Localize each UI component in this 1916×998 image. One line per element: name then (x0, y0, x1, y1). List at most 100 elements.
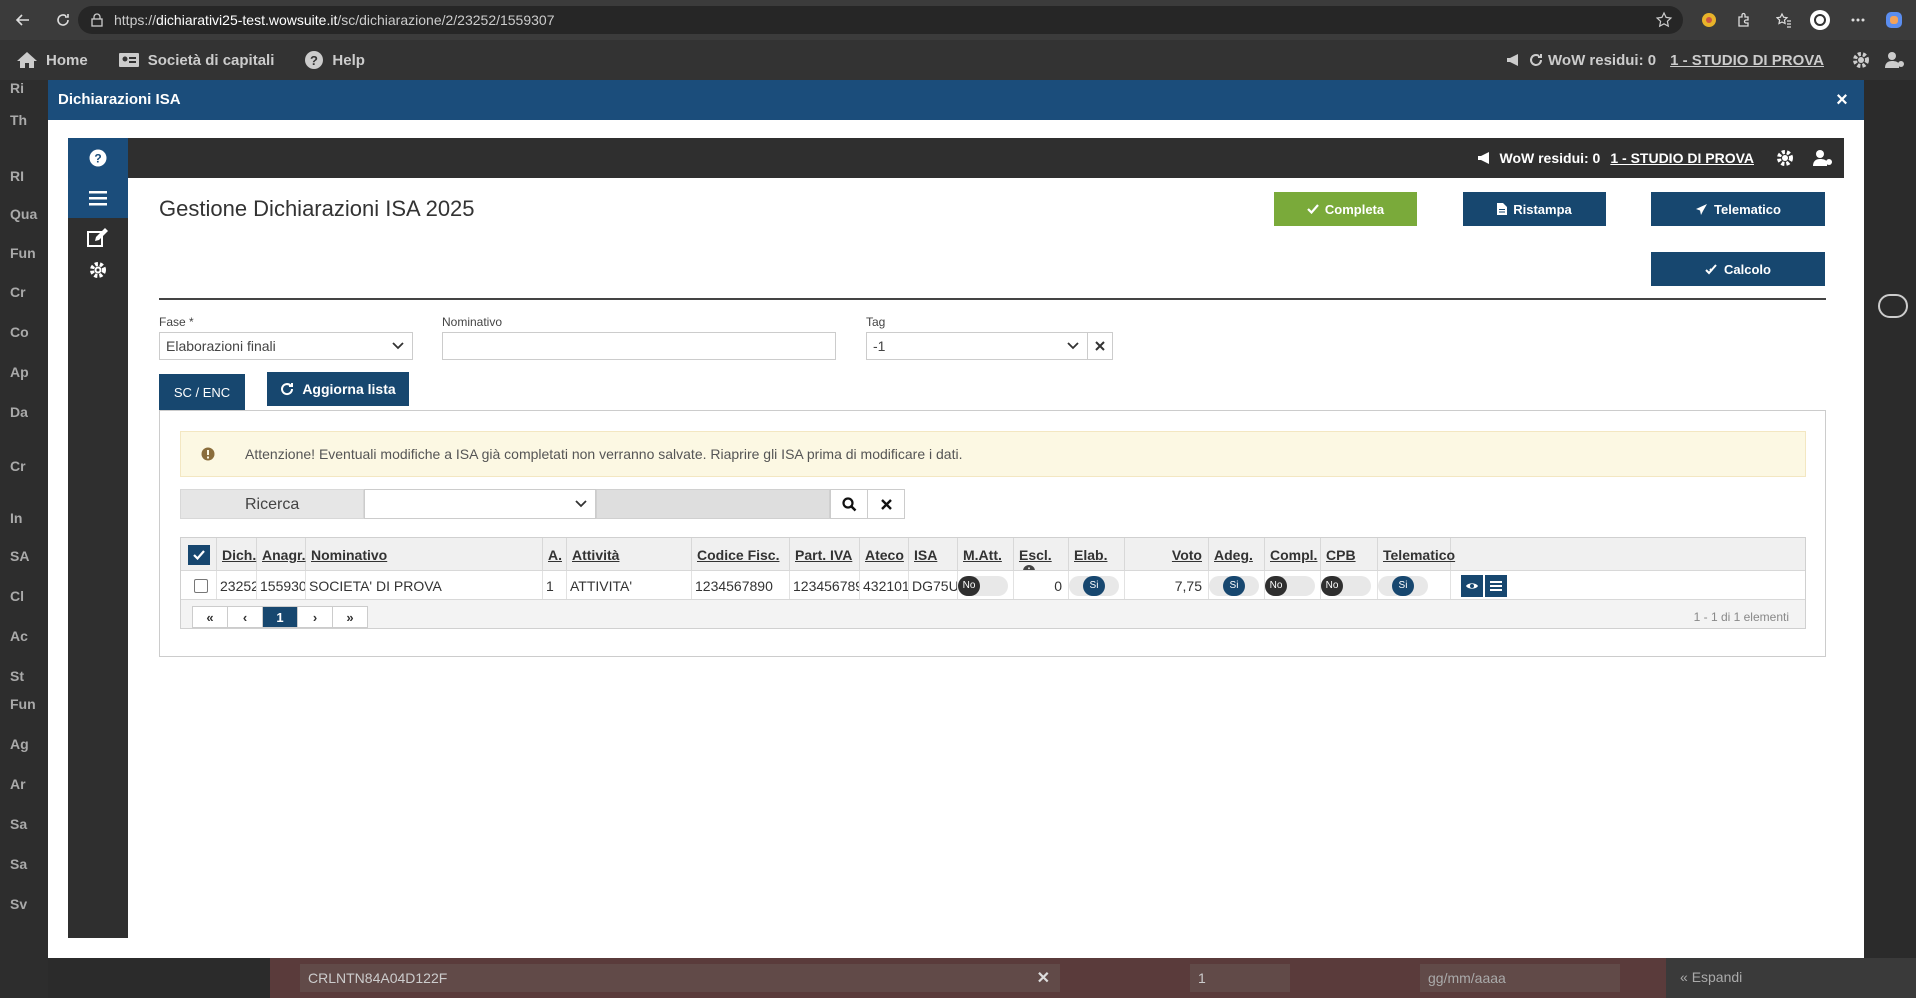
select-all-checkbox[interactable] (188, 545, 210, 565)
col-codice-fisc[interactable]: Codice Fisc. (692, 538, 790, 570)
page-1-button[interactable]: 1 (262, 606, 298, 628)
bg-sidebar-item: Sa (10, 856, 28, 872)
favorite-star-icon[interactable] (1655, 11, 1673, 29)
tag-clear-button[interactable] (1087, 332, 1113, 360)
aggiorna-lista-button[interactable]: Aggiorna lista (267, 372, 409, 406)
col-anagr[interactable]: Anagr. (257, 538, 306, 570)
row-menu-button[interactable] (1485, 575, 1507, 597)
settings-button[interactable] (68, 250, 128, 290)
profile-icon[interactable] (1808, 8, 1832, 32)
col-dich[interactable]: Dich. (217, 538, 257, 570)
m-att-toggle[interactable]: No (958, 576, 1008, 596)
view-button[interactable] (1461, 575, 1483, 597)
extensions-puzzle-icon[interactable] (1732, 8, 1756, 32)
app-nav-right: WoW residui: 0 1 - STUDIO DI PROVA (1506, 40, 1916, 80)
user-settings-icon[interactable] (1812, 149, 1834, 167)
next-page-button[interactable]: › (297, 606, 333, 628)
bg-codice-field: CRLNTN84A04D122F ✕ (300, 964, 1060, 992)
tab-sc-enc[interactable]: SC / ENC (159, 374, 245, 410)
bg-sidebar-item: Fun (10, 245, 36, 261)
back-icon[interactable] (10, 7, 36, 33)
nav-societa[interactable]: Società di capitali (118, 51, 274, 69)
modal-close-button[interactable]: × (1832, 90, 1852, 110)
paper-plane-icon (1696, 203, 1708, 215)
gear-icon[interactable] (1852, 51, 1870, 69)
bg-numero-field: 1 (1190, 964, 1290, 992)
eye-icon (1466, 583, 1478, 589)
search-input[interactable] (596, 489, 830, 519)
col-telematico[interactable]: Telematico (1378, 538, 1455, 570)
col-escl[interactable]: Escl. (1014, 538, 1069, 577)
nominativo-input[interactable] (442, 332, 836, 360)
extension-icon[interactable] (1697, 8, 1721, 32)
table-row[interactable]: 23252 1559307 SOCIETA' DI PROVA 1 ATTIVI… (181, 570, 1805, 600)
megaphone-icon (1507, 54, 1519, 66)
refresh-icon (281, 383, 294, 396)
help-button[interactable]: ? (68, 138, 128, 178)
studio-link-bg[interactable]: 1 - STUDIO DI PROVA (1670, 52, 1824, 69)
studio-link[interactable]: 1 - STUDIO DI PROVA (1610, 150, 1754, 166)
user-settings-icon[interactable] (1884, 51, 1906, 69)
search-clear-button[interactable] (867, 489, 905, 519)
bg-sidebar-item: SA (10, 548, 30, 564)
bg-sidebar-item: In (10, 510, 23, 526)
menu-button[interactable] (68, 178, 128, 218)
cell-elab: Si (1069, 571, 1125, 599)
nominativo-label: Nominativo (442, 315, 503, 329)
telematico-toggle[interactable]: Si (1378, 576, 1428, 596)
address-bar[interactable]: https://dichiarativi25-test.wowsuite.it/… (78, 6, 1683, 34)
compl-toggle[interactable]: No (1265, 576, 1315, 596)
svg-text:?: ? (94, 152, 101, 166)
favorites-icon[interactable] (1772, 8, 1796, 32)
tag-select[interactable]: -1 (866, 332, 1088, 360)
cell-m-att: No (958, 571, 1014, 599)
fase-select[interactable]: Elaborazioni finali (159, 332, 413, 360)
col-voto[interactable]: Voto (1125, 538, 1209, 570)
cell-escl: 0 (1014, 571, 1069, 599)
completa-button[interactable]: Completa (1274, 192, 1417, 226)
ristampa-button[interactable]: Ristampa (1463, 192, 1606, 226)
bg-sidebar-item: Qua (10, 206, 38, 222)
col-compl[interactable]: Compl. (1265, 538, 1321, 570)
col-m-att[interactable]: M.Att. (958, 538, 1014, 570)
reload-icon[interactable] (50, 7, 76, 33)
search-icon (841, 496, 856, 511)
cell-a: 1 (543, 571, 567, 599)
nav-help[interactable]: ? Help (304, 50, 365, 70)
fase-label: Fase * (159, 315, 194, 329)
prev-page-button[interactable]: ‹ (227, 606, 263, 628)
question-circle-icon: ? (89, 149, 107, 167)
search-button[interactable] (830, 489, 868, 519)
copilot-icon[interactable] (1882, 8, 1906, 32)
telematico-button[interactable]: Telematico (1651, 192, 1825, 226)
site-info-icon[interactable] (90, 13, 104, 27)
col-elab[interactable]: Elab. (1069, 538, 1125, 570)
check-icon (193, 550, 205, 560)
calcolo-button[interactable]: Calcolo (1651, 252, 1825, 286)
col-adeg[interactable]: Adeg. (1209, 538, 1265, 570)
cell-anagr: 1559307 (257, 571, 306, 599)
row-checkbox[interactable] (194, 579, 208, 593)
col-attivita[interactable]: Attività (567, 538, 692, 570)
cpb-toggle[interactable]: No (1321, 576, 1371, 596)
col-isa[interactable]: ISA (909, 538, 958, 570)
search-field-select[interactable] (364, 489, 596, 519)
app-navbar: Home Società di capitali ? Help WoW resi… (0, 40, 1916, 80)
col-cpb[interactable]: CPB (1321, 538, 1378, 570)
col-ateco[interactable]: Ateco (860, 538, 909, 570)
col-a[interactable]: A. (543, 538, 567, 570)
col-nominativo[interactable]: Nominativo (306, 538, 543, 570)
first-page-button[interactable]: « (192, 606, 228, 628)
warning-alert: Attenzione! Eventuali modifiche a ISA gi… (180, 431, 1806, 477)
more-options-icon[interactable] (1846, 8, 1870, 32)
bg-sidebar-item: Cr (10, 458, 26, 474)
adeg-toggle[interactable]: Si (1209, 576, 1259, 596)
last-page-button[interactable]: » (332, 606, 368, 628)
nav-home[interactable]: Home (16, 51, 88, 69)
cell-cpb: No (1321, 571, 1378, 599)
col-part-iva[interactable]: Part. IVA (790, 538, 860, 570)
inner-topbar: WoW residui: 0 1 - STUDIO DI PROVA (128, 138, 1844, 178)
check-double-icon (1705, 264, 1717, 275)
gear-icon[interactable] (1776, 149, 1794, 167)
elab-toggle[interactable]: Si (1069, 576, 1119, 596)
